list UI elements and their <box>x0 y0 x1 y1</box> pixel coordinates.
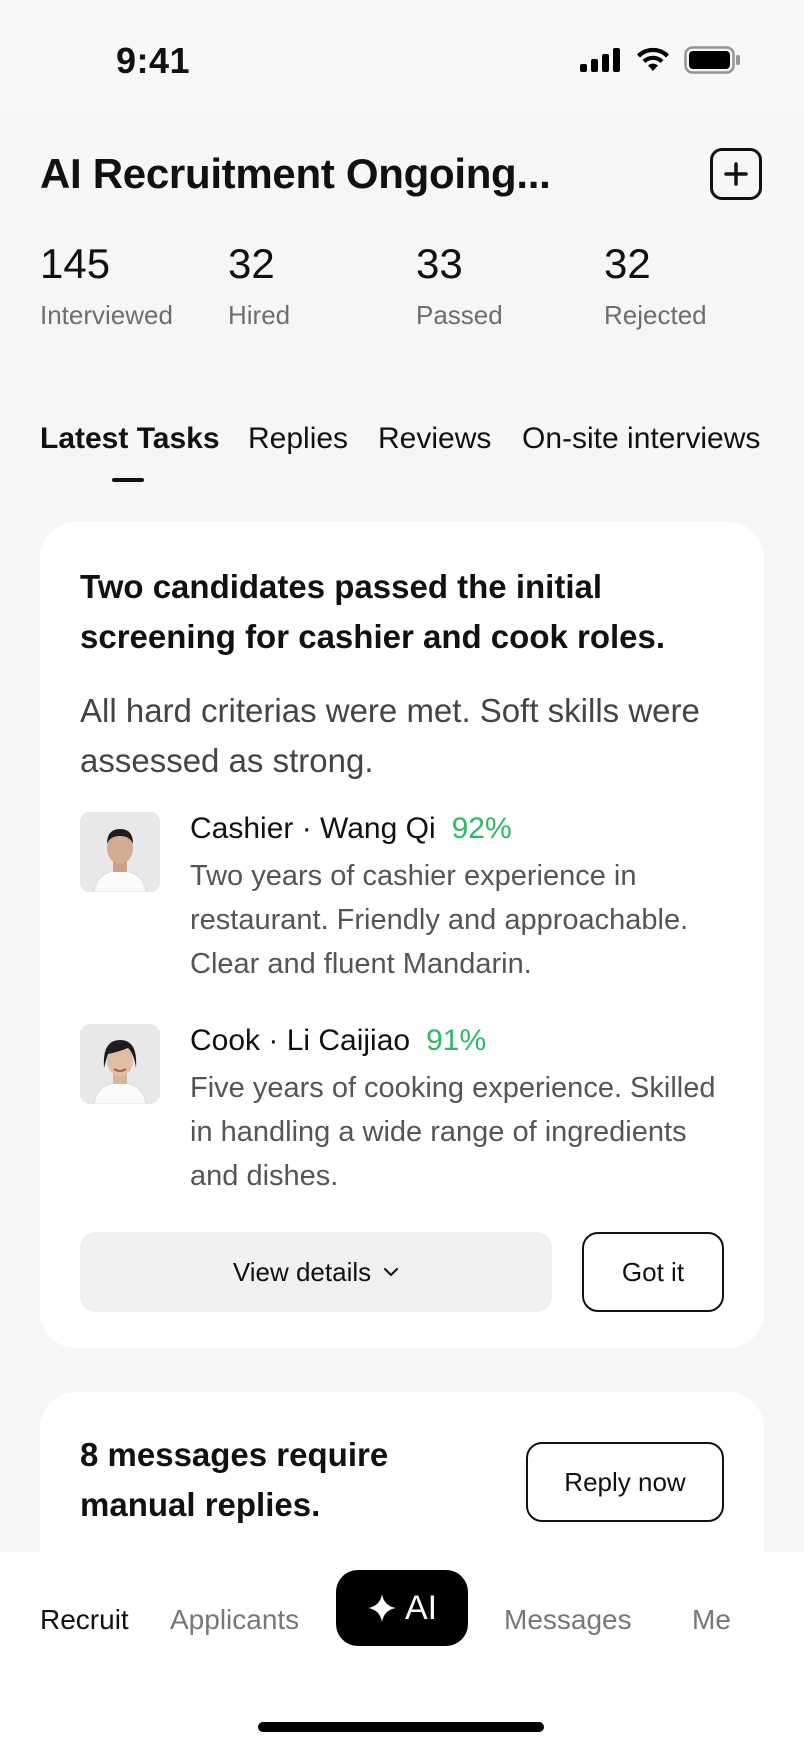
chevron-down-icon <box>384 1268 399 1276</box>
view-details-label: View details <box>232 1256 372 1287</box>
candidate-title: Cook · Li Caijiao 91% <box>190 1024 486 1058</box>
stat-value: 145 <box>40 240 111 287</box>
candidate-role-name: Cashier · Wang Qi <box>190 812 436 845</box>
stat-rejected[interactable]: 32 Rejected <box>604 240 707 331</box>
stat-value: 32 <box>228 240 275 287</box>
plus-icon <box>724 162 748 186</box>
candidate-role-name: Cook · Li Caijiao <box>190 1024 411 1057</box>
wifi-icon <box>637 47 669 71</box>
tab-bar: Latest Tasks Replies Reviews On-site int… <box>40 422 800 482</box>
candidate-description: Two years of cashier experience in resta… <box>190 860 689 980</box>
candidate-title: Cashier · Wang Qi 92% <box>190 812 512 846</box>
stat-value: 32 <box>604 240 651 287</box>
tab-reviews[interactable]: Reviews <box>378 422 491 456</box>
stat-label: Interviewed <box>40 300 173 330</box>
nav-me[interactable]: Me <box>692 1604 731 1636</box>
task-heading: Two candidates passed the initial screen… <box>80 568 666 655</box>
main-panel: Latest Tasks Replies Reviews On-site int… <box>0 374 804 1748</box>
task-card: Two candidates passed the initial screen… <box>40 522 764 1348</box>
bottom-nav: Recruit Applicants AI Messages Me <box>0 1552 804 1748</box>
stat-label: Hired <box>228 300 291 330</box>
male-avatar-icon <box>80 812 160 892</box>
task-subtext: All hard criterias were met. Soft skills… <box>80 692 700 779</box>
avatar <box>80 812 160 892</box>
app-screen: 9:41 AI Recruitment Ongoing... 145 Inter… <box>0 0 804 1748</box>
stat-passed[interactable]: 33 Passed <box>416 240 503 331</box>
nav-messages[interactable]: Messages <box>504 1604 632 1636</box>
tab-on-site-interviews[interactable]: On-site interviews <box>522 422 760 456</box>
status-time: 9:41 <box>116 40 191 81</box>
active-tab-indicator <box>112 478 144 482</box>
candidate-description: Five years of cooking experience. Skille… <box>190 1072 716 1192</box>
match-score: 92% <box>451 812 512 845</box>
nav-applicants[interactable]: Applicants <box>170 1604 299 1636</box>
add-button[interactable] <box>710 148 762 200</box>
page-title: AI Recruitment Ongoing... <box>40 150 551 197</box>
stat-interviewed[interactable]: 145 Interviewed <box>40 240 173 331</box>
tab-latest-tasks[interactable]: Latest Tasks <box>40 422 220 456</box>
stats-row: 145 Interviewed 32 Hired 33 Passed 32 Re… <box>40 240 770 340</box>
stat-label: Rejected <box>604 300 707 330</box>
nav-ai-button[interactable]: AI <box>336 1570 468 1646</box>
nav-recruit[interactable]: Recruit <box>40 1604 129 1636</box>
status-icons <box>580 46 742 74</box>
status-bar: 9:41 <box>0 0 804 120</box>
cellular-signal-icon <box>580 48 620 72</box>
sparkle-icon <box>367 1594 396 1622</box>
stat-value: 33 <box>416 240 463 287</box>
messages-alert-text: 8 messages require manual replies. <box>80 1436 389 1523</box>
reply-now-button[interactable]: Reply now <box>526 1442 724 1522</box>
stat-hired[interactable]: 32 Hired <box>228 240 290 331</box>
nav-ai-label: AI <box>404 1588 438 1627</box>
stat-label: Passed <box>416 300 503 330</box>
tab-replies[interactable]: Replies <box>248 422 348 456</box>
avatar <box>80 1024 160 1104</box>
female-avatar-icon <box>80 1024 160 1104</box>
home-indicator <box>258 1722 544 1732</box>
view-details-button[interactable]: View details <box>80 1232 552 1312</box>
got-it-button[interactable]: Got it <box>582 1232 724 1312</box>
match-score: 91% <box>426 1024 487 1057</box>
battery-icon <box>684 46 740 74</box>
